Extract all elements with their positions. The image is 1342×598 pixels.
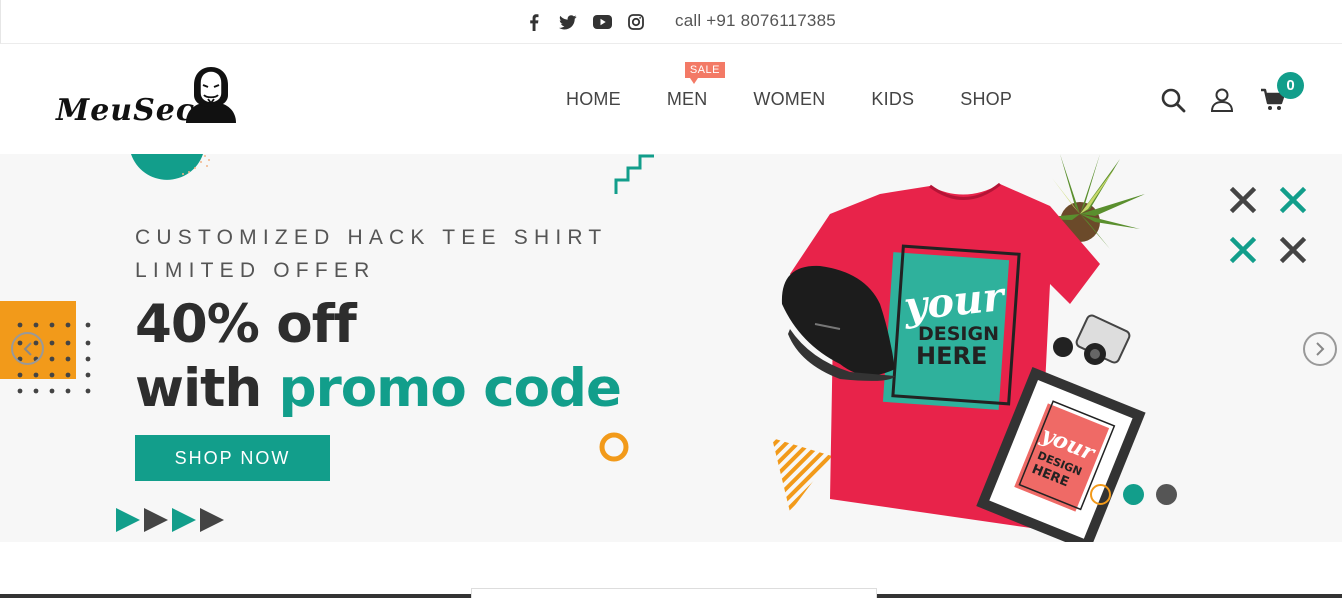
hero-slider: CUSTOMIZED HACK TEE SHIRT LIMITED OFFER … [0, 154, 1342, 542]
decor-orange-ring [599, 432, 629, 462]
cart-count-badge: 0 [1277, 72, 1304, 99]
hacker-mask-icon [186, 67, 236, 123]
youtube-icon[interactable] [591, 12, 613, 32]
slider-dots [1090, 484, 1177, 505]
phone-number: call +91 8076117385 [675, 11, 836, 30]
camera-image [1053, 314, 1131, 365]
decor-crosses [1229, 186, 1307, 264]
slider-dot-3[interactable] [1156, 484, 1177, 505]
facebook-icon[interactable] [523, 12, 545, 32]
top-bar: call +91 8076117385 [0, 0, 1342, 44]
nav-home[interactable]: HOME [566, 89, 621, 110]
sale-badge: SALE [684, 62, 725, 84]
site-logo[interactable]: MeuSec [52, 63, 242, 135]
slider-dot-2[interactable] [1123, 484, 1144, 505]
nav-shop[interactable]: SHOP [960, 89, 1012, 110]
slider-dot-1[interactable] [1090, 484, 1111, 505]
logo-text: MeuSec [56, 93, 196, 128]
main-nav: HOME MEN SALE WOMEN KIDS SHOP [566, 62, 1058, 110]
hero-headline-promo: with promo code [135, 358, 622, 419]
slider-next-button[interactable] [1303, 332, 1337, 366]
twitter-icon[interactable] [557, 12, 579, 32]
decor-teal-blob [131, 154, 210, 180]
hero-eyebrow: CUSTOMIZED HACK TEE SHIRT LIMITED OFFER [135, 221, 607, 287]
social-links [523, 12, 647, 32]
hero-headline-accent: promo code [278, 358, 622, 419]
decor-zigzag [614, 154, 654, 194]
nav-men[interactable]: MEN SALE [666, 62, 725, 110]
nav-kids[interactable]: KIDS [871, 89, 914, 110]
slider-prev-button[interactable] [11, 332, 44, 365]
decor-play-arrows [116, 508, 224, 532]
chevron-right-icon [1316, 342, 1325, 356]
hero-eyebrow-line1: CUSTOMIZED HACK TEE SHIRT [135, 226, 608, 249]
site-header: MeuSec HOME MEN SALE WOMEN KIDS SHOP 0 [0, 45, 1342, 154]
chevron-left-icon [23, 341, 32, 356]
section-tab [471, 588, 877, 598]
shop-now-button[interactable]: SHOP NOW [135, 435, 330, 481]
user-icon[interactable] [1209, 87, 1235, 113]
tshirt-print-here: HERE [916, 342, 987, 370]
search-icon[interactable] [1160, 87, 1186, 113]
nav-women[interactable]: WOMEN [753, 89, 825, 110]
hero-eyebrow-line2: LIMITED OFFER [135, 259, 376, 282]
hero-headline-discount: 40% off [135, 294, 357, 355]
hero-headline-prefix: with [135, 358, 262, 419]
nav-men-label: MEN [666, 89, 708, 109]
instagram-icon[interactable] [625, 12, 647, 32]
